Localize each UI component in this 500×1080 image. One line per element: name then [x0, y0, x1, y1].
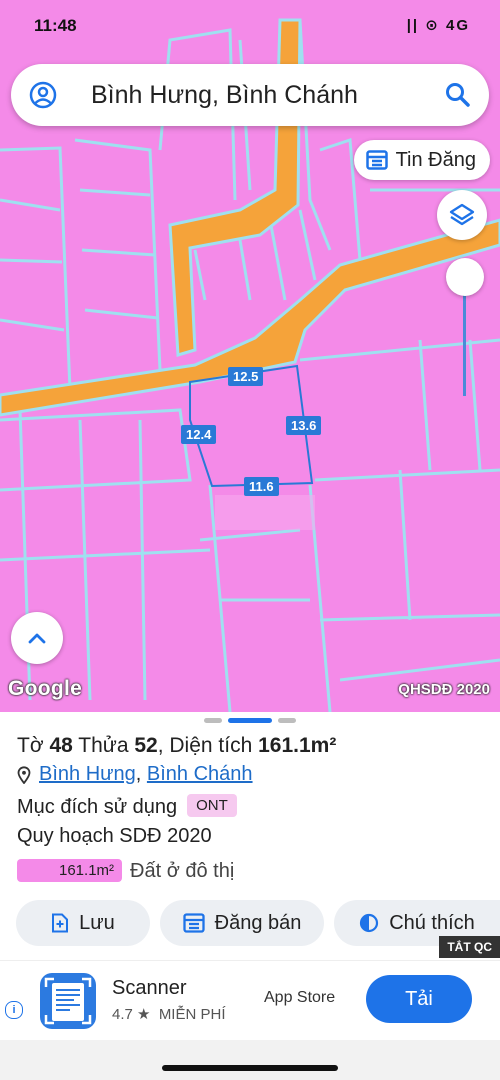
calendar-list-icon	[365, 150, 388, 170]
ad-rating: 4.7 ★	[112, 1006, 151, 1023]
sheet-handle-right[interactable]	[278, 718, 296, 723]
land-use-label: Mục đích sử dụng	[17, 796, 178, 818]
listings-button[interactable]: Tin Đăng	[353, 140, 490, 180]
home-bar	[0, 1040, 500, 1080]
land-use-row: Mục đích sử dụng ONT	[17, 794, 237, 819]
sheet-handle-active[interactable]	[228, 718, 272, 723]
district-link[interactable]: Bình Chánh	[147, 763, 253, 785]
search-query[interactable]: Bình Hưng, Bình Chánh	[91, 81, 358, 110]
sheet-prefix: Tờ	[17, 734, 50, 757]
plan-area-row: 161.1m² Đất ở đô thị	[17, 859, 234, 883]
area-value: 161.1m²	[258, 734, 337, 757]
land-use-code-badge: ONT	[187, 794, 237, 817]
map-layer-label: QHSDĐ 2020	[398, 681, 490, 698]
ad-price: MIỄN PHÍ	[158, 1006, 226, 1023]
google-logo: Google	[8, 677, 83, 700]
dimension-left-label: 12.4	[181, 425, 217, 444]
area-label: , Diện tích	[157, 734, 259, 757]
app-icon[interactable]	[40, 973, 96, 1029]
calendar-list-icon	[182, 913, 205, 933]
add-document-icon	[52, 913, 69, 933]
expand-up-button[interactable]	[11, 612, 63, 664]
status-time: 11:48	[34, 16, 77, 35]
plot-label: Thửa	[72, 734, 135, 757]
close-ad-button[interactable]: TẮT QC	[439, 936, 500, 958]
install-button[interactable]: Tải	[366, 975, 472, 1023]
location-pin-icon	[17, 765, 31, 784]
status-indicators: || ⊙ 4G	[406, 17, 470, 34]
layers-icon	[449, 203, 475, 226]
chevron-up-icon	[28, 633, 46, 644]
map-view[interactable]: 12.5 12.4 13.6 11.6 11:48 || ⊙ 4G Bình H…	[0, 0, 500, 712]
sheet-number: 48	[49, 734, 73, 757]
ad-rating-price: 4.7 ★ MIỄN PHÍ	[112, 1005, 226, 1023]
ad-store-label: App Store	[264, 989, 336, 1006]
ward-link[interactable]: Bình Hưng	[39, 763, 136, 785]
plan-area-chip: 161.1m²	[17, 859, 123, 882]
layers-button[interactable]	[437, 190, 487, 240]
post-sale-button[interactable]: Đăng bán	[160, 900, 324, 946]
home-indicator[interactable]	[162, 1065, 338, 1071]
status-bar: 11:48 || ⊙ 4G	[0, 14, 500, 44]
location-separator: ,	[135, 763, 147, 785]
opacity-slider-track[interactable]	[463, 288, 466, 396]
parcel-title: Tờ 48 Thửa 52, Diện tích 161.1m²	[17, 734, 336, 758]
ad-app-name[interactable]: Scanner	[112, 977, 187, 1000]
plan-label: Quy hoạch SDĐ 2020	[17, 825, 212, 847]
parcel-info-sheet: Tờ 48 Thửa 52, Diện tích 161.1m² Bình Hư…	[0, 712, 500, 1080]
save-button-label: Lưu	[79, 911, 115, 934]
sheet-handle-left[interactable]	[204, 718, 222, 723]
ad-banner[interactable]: i Scanner 4.7 ★ MIỄN PHÍ App Store Tải	[0, 960, 500, 1043]
scanner-document-icon	[44, 977, 92, 1025]
account-icon[interactable]	[29, 81, 57, 109]
opacity-slider-thumb[interactable]	[446, 258, 484, 296]
ad-info-icon[interactable]: i	[5, 1001, 23, 1019]
dimension-top-label: 12.5	[228, 367, 264, 386]
listings-button-label: Tin Đăng	[395, 148, 476, 171]
search-bar[interactable]: Bình Hưng, Bình Chánh	[11, 64, 489, 126]
dimension-right-label: 13.6	[286, 416, 322, 435]
post-sale-button-label: Đăng bán	[214, 911, 302, 934]
plot-number: 52	[134, 734, 158, 757]
parcel-location: Bình Hưng, Bình Chánh	[17, 763, 253, 786]
legend-button-label: Chú thích	[389, 911, 475, 934]
search-icon[interactable]	[445, 82, 471, 108]
half-circle-icon	[360, 913, 379, 933]
save-button[interactable]: Lưu	[16, 900, 150, 946]
dimension-bottom-label: 11.6	[244, 477, 279, 496]
plan-type: Đất ở đô thị	[130, 860, 235, 882]
